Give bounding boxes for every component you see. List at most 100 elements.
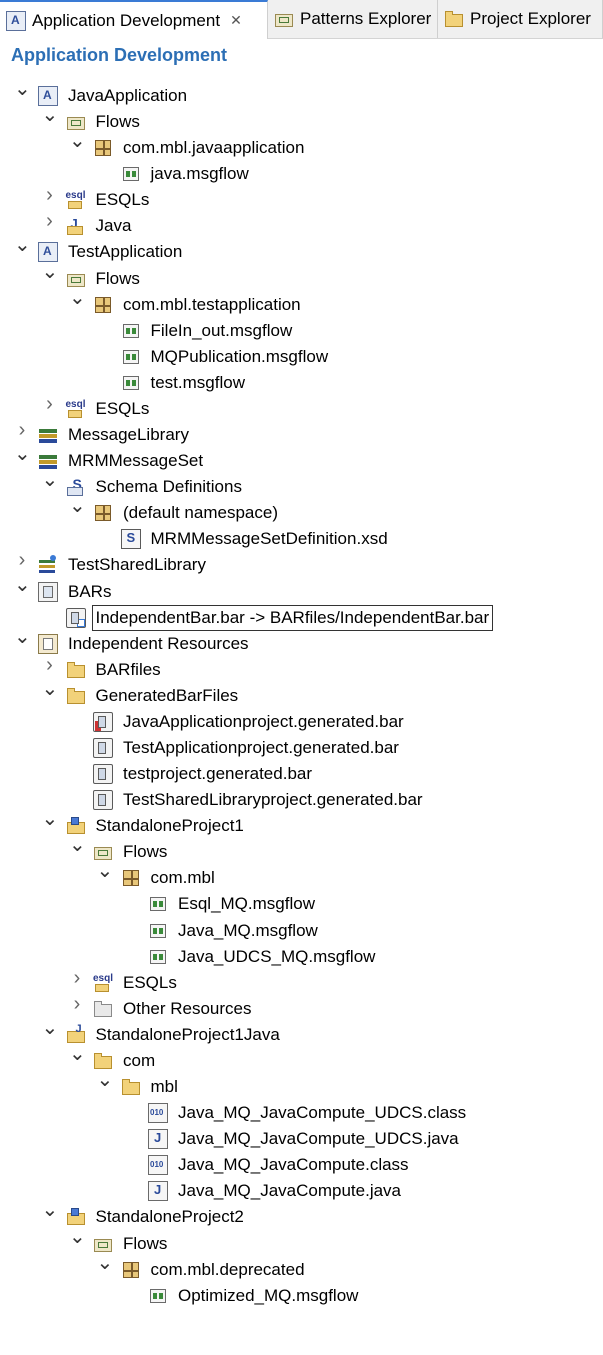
tree-item-label: ESQLs: [95, 190, 150, 210]
tree-item[interactable]: ⌄ com.mbl.javaapplication: [0, 131, 603, 161]
tree-item[interactable]: Esql_MQ.msgflow: [0, 891, 603, 917]
tree-item[interactable]: ⌄ StandaloneProject1: [0, 809, 603, 839]
tree-item[interactable]: java.msgflow: [0, 161, 603, 187]
tree-item[interactable]: ⌄ Schema Definitions: [0, 470, 603, 500]
tree-item[interactable]: ⌄ Flows: [0, 835, 603, 865]
schema-folder-icon: [66, 476, 86, 497]
bars-icon: [38, 581, 58, 602]
bar-file-icon: [93, 790, 113, 811]
tree-item[interactable]: JavaApplicationproject.generated.bar: [0, 709, 603, 735]
chevron-down-icon[interactable]: ⌄: [69, 496, 86, 516]
tree-item-label: Flows: [95, 112, 140, 132]
tree-item[interactable]: Java_MQ_JavaCompute_UDCS.class: [0, 1100, 603, 1126]
project-icon: [66, 1207, 86, 1227]
chevron-down-icon[interactable]: ⌄: [69, 131, 86, 151]
tree-item[interactable]: ⌄ BARs: [0, 575, 603, 605]
bar-generated-icon: [93, 711, 113, 732]
tree-item[interactable]: MQPublication.msgflow: [0, 344, 603, 370]
tree-item[interactable]: Java_MQ_JavaCompute.class: [0, 1152, 603, 1178]
tree-item[interactable]: ⌄ MRMMessageSet: [0, 444, 603, 474]
tree-item-label: BARfiles: [95, 659, 161, 679]
tab-project-explorer[interactable]: Project Explorer: [438, 0, 603, 38]
tree-item[interactable]: ⌄ JavaApplication: [0, 79, 603, 109]
chevron-right-icon[interactable]: ›: [69, 968, 85, 988]
chevron-down-icon[interactable]: ⌄: [42, 679, 59, 699]
chevron-down-icon[interactable]: ⌄: [14, 444, 31, 464]
tree-item[interactable]: test.msgflow: [0, 370, 603, 396]
msgflow-icon: [148, 947, 168, 967]
chevron-right-icon[interactable]: ›: [42, 655, 58, 675]
tree-item-label: com: [123, 1050, 156, 1070]
msgflow-icon: [121, 347, 141, 367]
tree-item[interactable]: TestApplicationproject.generated.bar: [0, 735, 603, 761]
tree-item[interactable]: testproject.generated.bar: [0, 761, 603, 787]
tree-item[interactable]: IndependentBar.bar -> BARfiles/Independe…: [0, 604, 603, 631]
esql-folder-icon: [93, 973, 113, 993]
chevron-down-icon[interactable]: ⌄: [14, 575, 31, 595]
tree-item[interactable]: › ESQLs: [0, 185, 603, 213]
tree-item[interactable]: ⌄ Flows: [0, 105, 603, 135]
chevron-right-icon[interactable]: ›: [42, 211, 58, 231]
chevron-down-icon[interactable]: ⌄: [42, 105, 59, 125]
tree-item[interactable]: Java_MQ_JavaCompute.java: [0, 1178, 603, 1204]
chevron-down-icon[interactable]: ⌄: [69, 1227, 86, 1247]
tree-item[interactable]: TestSharedLibraryproject.generated.bar: [0, 787, 603, 813]
tree-item[interactable]: Java_MQ_JavaCompute_UDCS.java: [0, 1126, 603, 1152]
view-tab-bar: Application Development ✕ Patterns Explo…: [0, 0, 603, 39]
tree-item[interactable]: Java_UDCS_MQ.msgflow: [0, 944, 603, 970]
chevron-down-icon[interactable]: ⌄: [69, 1044, 86, 1064]
chevron-down-icon[interactable]: ⌄: [97, 1070, 114, 1090]
chevron-down-icon[interactable]: ⌄: [14, 79, 31, 99]
chevron-down-icon[interactable]: ⌄: [97, 1253, 114, 1273]
tree-item-label: Schema Definitions: [95, 477, 242, 497]
esql-folder-icon: [66, 190, 86, 210]
tree-item[interactable]: ⌄ Flows: [0, 1227, 603, 1257]
tree-item[interactable]: ⌄ (default namespace): [0, 496, 603, 526]
tree-item[interactable]: Optimized_MQ.msgflow: [0, 1283, 603, 1309]
tree-item[interactable]: MRMMessageSetDefinition.xsd: [0, 526, 603, 552]
chevron-down-icon[interactable]: ⌄: [14, 235, 31, 255]
tree-item[interactable]: FileIn_out.msgflow: [0, 318, 603, 344]
chevron-right-icon[interactable]: ›: [42, 185, 58, 205]
tree-item-label: com.mbl.testapplication: [123, 294, 301, 314]
tree-item[interactable]: › Java: [0, 211, 603, 239]
tree-item-label: Optimized_MQ.msgflow: [178, 1285, 359, 1305]
tree-item[interactable]: › Other Resources: [0, 994, 603, 1022]
tree-item[interactable]: ⌄ com.mbl: [0, 861, 603, 891]
chevron-down-icon[interactable]: ⌄: [14, 627, 31, 647]
tree-item[interactable]: ⌄ mbl: [0, 1070, 603, 1100]
tree-item[interactable]: ⌄ com: [0, 1044, 603, 1074]
chevron-down-icon[interactable]: ⌄: [69, 288, 86, 308]
tree-item[interactable]: ⌄ Independent Resources: [0, 627, 603, 657]
tree-item-label: Esql_MQ.msgflow: [178, 894, 315, 914]
class-file-icon: [148, 1103, 168, 1124]
tab-application-development[interactable]: Application Development ✕: [0, 0, 268, 39]
tree-item[interactable]: › ESQLs: [0, 968, 603, 996]
chevron-down-icon[interactable]: ⌄: [42, 1200, 59, 1220]
tree-item[interactable]: ⌄ TestApplication: [0, 235, 603, 265]
chevron-down-icon[interactable]: ⌄: [97, 861, 114, 881]
tree-item[interactable]: › MessageLibrary: [0, 420, 603, 448]
chevron-down-icon[interactable]: ⌄: [42, 1018, 59, 1038]
tree-item[interactable]: › BARfiles: [0, 655, 603, 683]
tab-patterns-explorer[interactable]: Patterns Explorer: [268, 0, 438, 38]
tree-item[interactable]: ⌄ StandaloneProject2: [0, 1200, 603, 1230]
flows-folder-icon: [66, 269, 86, 289]
chevron-right-icon[interactable]: ›: [14, 550, 30, 570]
chevron-down-icon[interactable]: ⌄: [42, 262, 59, 282]
tree-item[interactable]: ⌄ Flows: [0, 262, 603, 292]
chevron-right-icon[interactable]: ›: [14, 420, 30, 440]
chevron-right-icon[interactable]: ›: [69, 994, 85, 1014]
tree-item[interactable]: ⌄ com.mbl.testapplication: [0, 288, 603, 318]
chevron-down-icon[interactable]: ⌄: [42, 470, 59, 490]
chevron-down-icon[interactable]: ⌄: [42, 809, 59, 829]
tree-item[interactable]: ⌄ com.mbl.deprecated: [0, 1253, 603, 1283]
close-icon[interactable]: ✕: [230, 12, 242, 29]
chevron-right-icon[interactable]: ›: [42, 394, 58, 414]
tree-item[interactable]: ⌄ StandaloneProject1Java: [0, 1018, 603, 1048]
tree-item[interactable]: › TestSharedLibrary: [0, 550, 603, 578]
chevron-down-icon[interactable]: ⌄: [69, 835, 86, 855]
tree-item[interactable]: › ESQLs: [0, 394, 603, 422]
tree-item[interactable]: ⌄ GeneratedBarFiles: [0, 679, 603, 709]
tree-item[interactable]: Java_MQ.msgflow: [0, 918, 603, 944]
